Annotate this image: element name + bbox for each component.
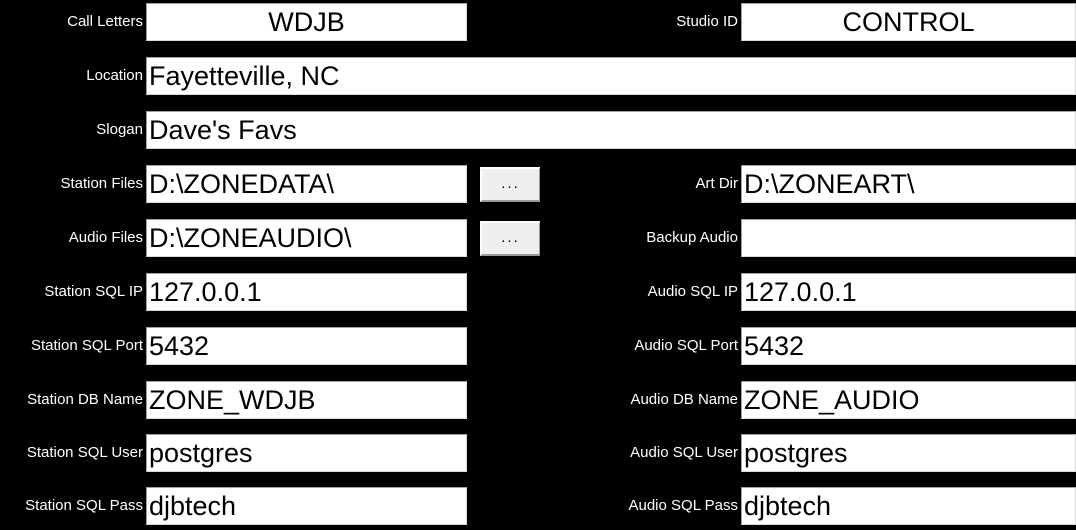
input-station-sql-pass[interactable]: djbtech <box>146 487 467 525</box>
form-column-right: Audio SQL User postgres <box>540 431 1076 475</box>
label-audio-db-name: Audio DB Name <box>540 378 741 422</box>
form-column-right: Audio SQL Pass djbtech <box>540 484 1076 528</box>
station-configuration-form: Call Letters WDJB Studio ID CONTROL Location… <box>0 0 1076 530</box>
label-station-sql-ip: Station SQL IP <box>0 270 146 314</box>
browse-button-station-files[interactable]: ... <box>480 167 541 202</box>
form-column-left: Station SQL Pass djbtech <box>0 484 540 528</box>
browse-button-audio-files[interactable]: ... <box>480 221 541 256</box>
label-art-dir: Art Dir <box>540 162 741 206</box>
input-backup-audio[interactable] <box>741 219 1076 257</box>
label-call-letters: Call Letters <box>0 0 146 44</box>
form-column-left: Station DB Name ZONE_WDJB <box>0 378 540 422</box>
input-station-files[interactable]: D:\ZONEDATA\ <box>146 165 467 203</box>
form-column-right: Studio ID CONTROL <box>540 0 1076 44</box>
form-column-full: Slogan Dave's Favs <box>0 108 1076 152</box>
input-studio-id[interactable]: CONTROL <box>741 3 1076 41</box>
input-call-letters[interactable]: WDJB <box>146 3 467 41</box>
form-column-right: Audio DB Name ZONE_AUDIO <box>540 378 1076 422</box>
form-row: Station Files D:\ZONEDATA\... Art Dir D:\ZO… <box>0 162 1076 206</box>
label-station-sql-port: Station SQL Port <box>0 324 146 368</box>
input-audio-sql-pass[interactable]: djbtech <box>741 487 1076 525</box>
form-column-right: Audio SQL IP 127.0.0.1 <box>540 270 1076 314</box>
form-row: Station DB Name ZONE_WDJB Audio DB Name ZON… <box>0 378 1076 422</box>
form-column-right: Backup Audio <box>540 216 1076 260</box>
label-audio-sql-ip: Audio SQL IP <box>540 270 741 314</box>
form-column-left: Call Letters WDJB <box>0 0 540 44</box>
label-slogan: Slogan <box>0 108 146 152</box>
form-row: Location Fayetteville, NC <box>0 54 1076 98</box>
label-station-files: Station Files <box>0 162 146 206</box>
label-station-sql-user: Station SQL User <box>0 431 146 475</box>
label-audio-sql-port: Audio SQL Port <box>540 324 741 368</box>
form-row: Station SQL Pass djbtech Audio SQL Pass djb… <box>0 484 1076 528</box>
input-audio-sql-ip[interactable]: 127.0.0.1 <box>741 273 1076 311</box>
input-audio-files[interactable]: D:\ZONEAUDIO\ <box>146 219 467 257</box>
label-backup-audio: Backup Audio <box>540 216 741 260</box>
form-column-left: Station SQL IP 127.0.0.1 <box>0 270 540 314</box>
input-station-sql-port[interactable]: 5432 <box>146 327 467 365</box>
form-column-left: Station Files D:\ZONEDATA\... <box>0 162 541 206</box>
label-audio-sql-pass: Audio SQL Pass <box>540 484 741 528</box>
input-audio-db-name[interactable]: ZONE_AUDIO <box>741 381 1076 419</box>
label-audio-files: Audio Files <box>0 216 146 260</box>
input-station-sql-ip[interactable]: 127.0.0.1 <box>146 273 467 311</box>
form-row: Audio Files D:\ZONEAUDIO\... Backup Audio <box>0 216 1076 260</box>
input-station-sql-user[interactable]: postgres <box>146 434 467 472</box>
input-audio-sql-user[interactable]: postgres <box>741 434 1076 472</box>
form-row: Slogan Dave's Favs <box>0 108 1076 152</box>
form-row: Station SQL User postgres Audio SQL User po… <box>0 431 1076 475</box>
form-column-left: Audio Files D:\ZONEAUDIO\... <box>0 216 541 260</box>
input-art-dir[interactable]: D:\ZONEART\ <box>741 165 1076 203</box>
form-row: Station SQL IP 127.0.0.1 Audio SQL IP 127.0… <box>0 270 1076 314</box>
input-audio-sql-port[interactable]: 5432 <box>741 327 1076 365</box>
form-column-right: Art Dir D:\ZONEART\ <box>540 162 1076 206</box>
form-column-right: Audio SQL Port 5432 <box>540 324 1076 368</box>
input-station-db-name[interactable]: ZONE_WDJB <box>146 381 467 419</box>
label-studio-id: Studio ID <box>540 0 741 44</box>
label-location: Location <box>0 54 146 98</box>
form-row: Station SQL Port 5432 Audio SQL Port 5432 <box>0 324 1076 368</box>
form-column-left: Station SQL Port 5432 <box>0 324 540 368</box>
label-station-db-name: Station DB Name <box>0 378 146 422</box>
form-column-left: Station SQL User postgres <box>0 431 540 475</box>
form-row: Call Letters WDJB Studio ID CONTROL <box>0 0 1076 44</box>
label-station-sql-pass: Station SQL Pass <box>0 484 146 528</box>
label-audio-sql-user: Audio SQL User <box>540 431 741 475</box>
input-slogan[interactable]: Dave's Favs <box>146 111 1076 149</box>
form-column-full: Location Fayetteville, NC <box>0 54 1076 98</box>
input-location[interactable]: Fayetteville, NC <box>146 57 1076 95</box>
